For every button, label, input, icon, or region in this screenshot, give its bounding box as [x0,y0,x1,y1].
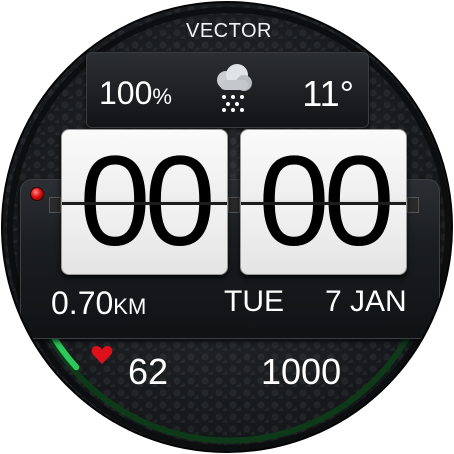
battery-level: 100% [99,75,172,111]
date-label: 7 JAN [325,285,407,318]
flip-hinge-right [407,197,419,213]
flip-hinge-left [49,197,61,213]
day-of-week: TUE [224,285,284,318]
brand-label: VECTOR [186,20,272,42]
heart-icon [91,346,113,364]
step-count: 1000 [261,351,342,392]
status-led-icon [30,187,44,201]
temperature: 11° [302,73,354,114]
distance-readout: 0.70KM [51,285,147,321]
flip-split-line [62,202,227,205]
flip-split-line [241,202,406,205]
watch-face: VECTOR 100% 11° 00 00 0.70KM TUE 7 JAN 6… [1,1,453,453]
heart-rate: 62 [128,351,169,392]
minutes-flip-card: 00 [240,129,407,275]
hours-flip-card: 00 [61,129,228,275]
flip-hinge-center [228,197,240,213]
snow-cloud-icon [217,64,252,112]
weather-panel: 100% 11° [86,52,369,128]
